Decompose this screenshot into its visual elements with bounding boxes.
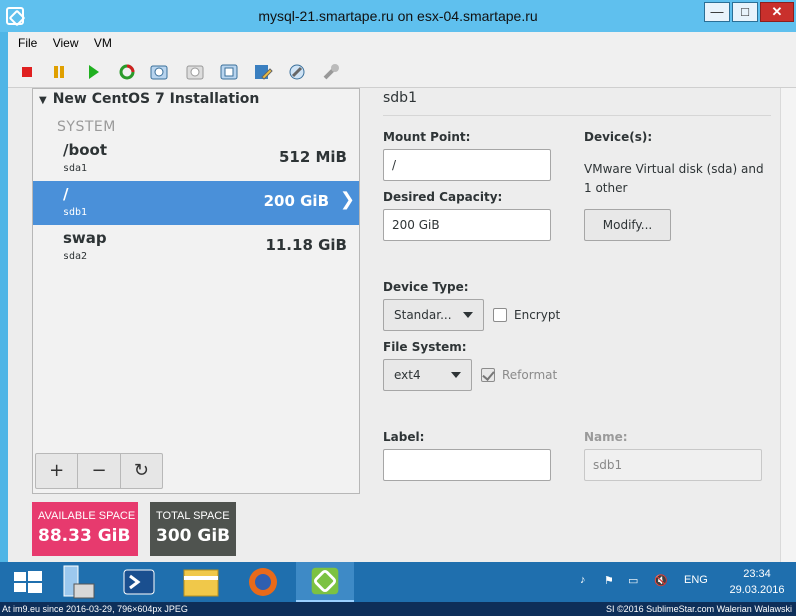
installation-tree-header[interactable]: ▼ New CentOS 7 Installation bbox=[39, 91, 259, 107]
title-separator bbox=[383, 115, 771, 116]
encrypt-label: Encrypt bbox=[514, 308, 561, 322]
dropdown-arrow-icon bbox=[463, 312, 473, 318]
collapse-triangle-icon[interactable]: ▼ bbox=[39, 95, 47, 106]
watermark-right: SI ©2016 SublimeStar.com Walerian Walaws… bbox=[605, 604, 792, 614]
device-type-select[interactable]: Standar... bbox=[383, 299, 484, 331]
snapshot-icon[interactable] bbox=[148, 61, 170, 83]
maximize-button[interactable]: □ bbox=[732, 2, 758, 22]
mount-point-name: swap bbox=[63, 229, 107, 247]
mount-point-name: /boot bbox=[63, 141, 107, 159]
total-space-value: 300 GiB bbox=[156, 526, 231, 546]
desired-capacity-label: Desired Capacity: bbox=[383, 190, 503, 204]
refresh-button[interactable]: ↻ bbox=[121, 454, 162, 488]
menu-vm[interactable]: VM bbox=[94, 36, 112, 50]
mount-point-swap[interactable]: swap sda2 11.18 GiB bbox=[33, 225, 359, 269]
mount-point-actions: + − ↻ bbox=[35, 453, 163, 489]
clock-date: 29.03.2016 bbox=[729, 584, 785, 596]
firefox-icon[interactable] bbox=[234, 562, 292, 602]
mount-point-size: 200 GiB bbox=[263, 192, 329, 210]
volume-muted-icon[interactable]: 🔇 bbox=[654, 574, 668, 587]
mount-point-device: sda1 bbox=[63, 163, 88, 174]
reformat-label: Reformat bbox=[502, 368, 558, 382]
file-system-select[interactable]: ext4 bbox=[383, 359, 472, 391]
devices-description: VMware Virtual disk (sda) and 1 other bbox=[584, 162, 764, 195]
menu-file[interactable]: File bbox=[18, 36, 37, 50]
menu-bar: File View VM bbox=[8, 36, 114, 54]
mount-point-name: / bbox=[63, 185, 69, 203]
label-field-label: Label: bbox=[383, 430, 425, 444]
power-off-icon[interactable] bbox=[16, 61, 38, 83]
devices-label: Device(s): bbox=[584, 130, 653, 144]
label-field[interactable] bbox=[383, 449, 551, 481]
clock-time: 23:34 bbox=[743, 568, 771, 580]
installation-title: New CentOS 7 Installation bbox=[52, 91, 260, 107]
file-system-label: File System: bbox=[383, 340, 467, 354]
remove-mount-point-button[interactable]: − bbox=[78, 454, 121, 488]
mount-point-device: sda2 bbox=[63, 251, 88, 262]
network-tray-icon[interactable]: ♪ bbox=[580, 574, 586, 586]
minimize-button[interactable]: — bbox=[704, 2, 730, 22]
system-group-label: SYSTEM bbox=[57, 119, 116, 135]
window-title: mysql-21.smartape.ru on esx-04.smartape.… bbox=[258, 8, 538, 24]
add-mount-point-button[interactable]: + bbox=[36, 454, 79, 488]
total-space-label: TOTAL SPACE bbox=[156, 510, 230, 522]
reformat-checkbox[interactable] bbox=[481, 368, 495, 382]
flag-tray-icon[interactable]: ⚑ bbox=[604, 574, 614, 587]
name-field-label: Name: bbox=[584, 430, 628, 444]
monitor-tray-icon[interactable]: ▭ bbox=[628, 574, 638, 587]
suspend-icon[interactable] bbox=[48, 61, 70, 83]
edit-settings-icon[interactable] bbox=[252, 61, 274, 83]
vertical-scrollbar[interactable] bbox=[780, 88, 796, 562]
menu-view[interactable]: View bbox=[53, 36, 79, 50]
available-space-box: AVAILABLE SPACE 88.33 GiB bbox=[32, 502, 138, 556]
vm-tools-icon[interactable] bbox=[286, 61, 308, 83]
chevron-right-icon: ❯ bbox=[339, 189, 355, 210]
power-on-icon[interactable] bbox=[82, 61, 104, 83]
modify-button[interactable]: Modify... bbox=[584, 209, 671, 241]
snapshot-manager-icon[interactable] bbox=[218, 61, 240, 83]
server-manager-icon[interactable] bbox=[50, 562, 108, 602]
file-system-value: ext4 bbox=[394, 368, 421, 382]
image-watermark-bar: At im9.eu since 2016-03-29, 796×604px JP… bbox=[0, 602, 796, 616]
encrypt-checkbox[interactable] bbox=[493, 308, 507, 322]
partition-details-panel: sdb1 Mount Point: / Desired Capacity: 20… bbox=[364, 88, 788, 562]
revert-snapshot-icon[interactable] bbox=[184, 61, 206, 83]
mount-point-device: sdb1 bbox=[63, 207, 88, 218]
close-button[interactable]: ✕ bbox=[760, 2, 794, 22]
file-explorer-icon[interactable] bbox=[172, 562, 230, 602]
install-tools-icon[interactable] bbox=[320, 61, 342, 83]
language-indicator[interactable]: ENG bbox=[684, 574, 708, 586]
vm-toolbar bbox=[8, 56, 796, 88]
windows-taskbar: ♪ ⚑ ▭ 🔇 ENG 23:34 29.03.2016 bbox=[0, 562, 796, 602]
mount-point-label: Mount Point: bbox=[383, 130, 471, 144]
device-type-value: Standar... bbox=[394, 308, 452, 322]
dropdown-arrow-icon bbox=[451, 372, 461, 378]
mount-point-boot[interactable]: /boot sda1 512 MiB bbox=[33, 137, 359, 181]
available-space-label: AVAILABLE SPACE bbox=[38, 510, 136, 522]
partition-title: sdb1 bbox=[383, 90, 417, 106]
name-field: sdb1 bbox=[584, 449, 762, 481]
powershell-icon[interactable] bbox=[110, 562, 168, 602]
mount-point-list-panel: ▼ New CentOS 7 Installation SYSTEM /boot … bbox=[32, 88, 360, 494]
reset-icon[interactable] bbox=[116, 61, 138, 83]
mount-point-size: 512 MiB bbox=[278, 148, 347, 166]
mount-point-field[interactable]: / bbox=[383, 149, 551, 181]
available-space-value: 88.33 GiB bbox=[38, 526, 131, 546]
system-clock[interactable]: 23:34 29.03.2016 bbox=[722, 566, 792, 598]
mount-point-size: 11.18 GiB bbox=[265, 236, 347, 254]
watermark-left: At im9.eu since 2016-03-29, 796×604px JP… bbox=[2, 604, 188, 614]
device-type-label: Device Type: bbox=[383, 280, 469, 294]
total-space-box: TOTAL SPACE 300 GiB bbox=[150, 502, 236, 556]
desired-capacity-field[interactable]: 200 GiB bbox=[383, 209, 551, 241]
vsphere-client-icon[interactable] bbox=[296, 562, 354, 602]
window-titlebar[interactable]: mysql-21.smartape.ru on esx-04.smartape.… bbox=[0, 0, 796, 32]
mount-point-root[interactable]: / sdb1 200 GiB ❯ bbox=[33, 181, 359, 225]
